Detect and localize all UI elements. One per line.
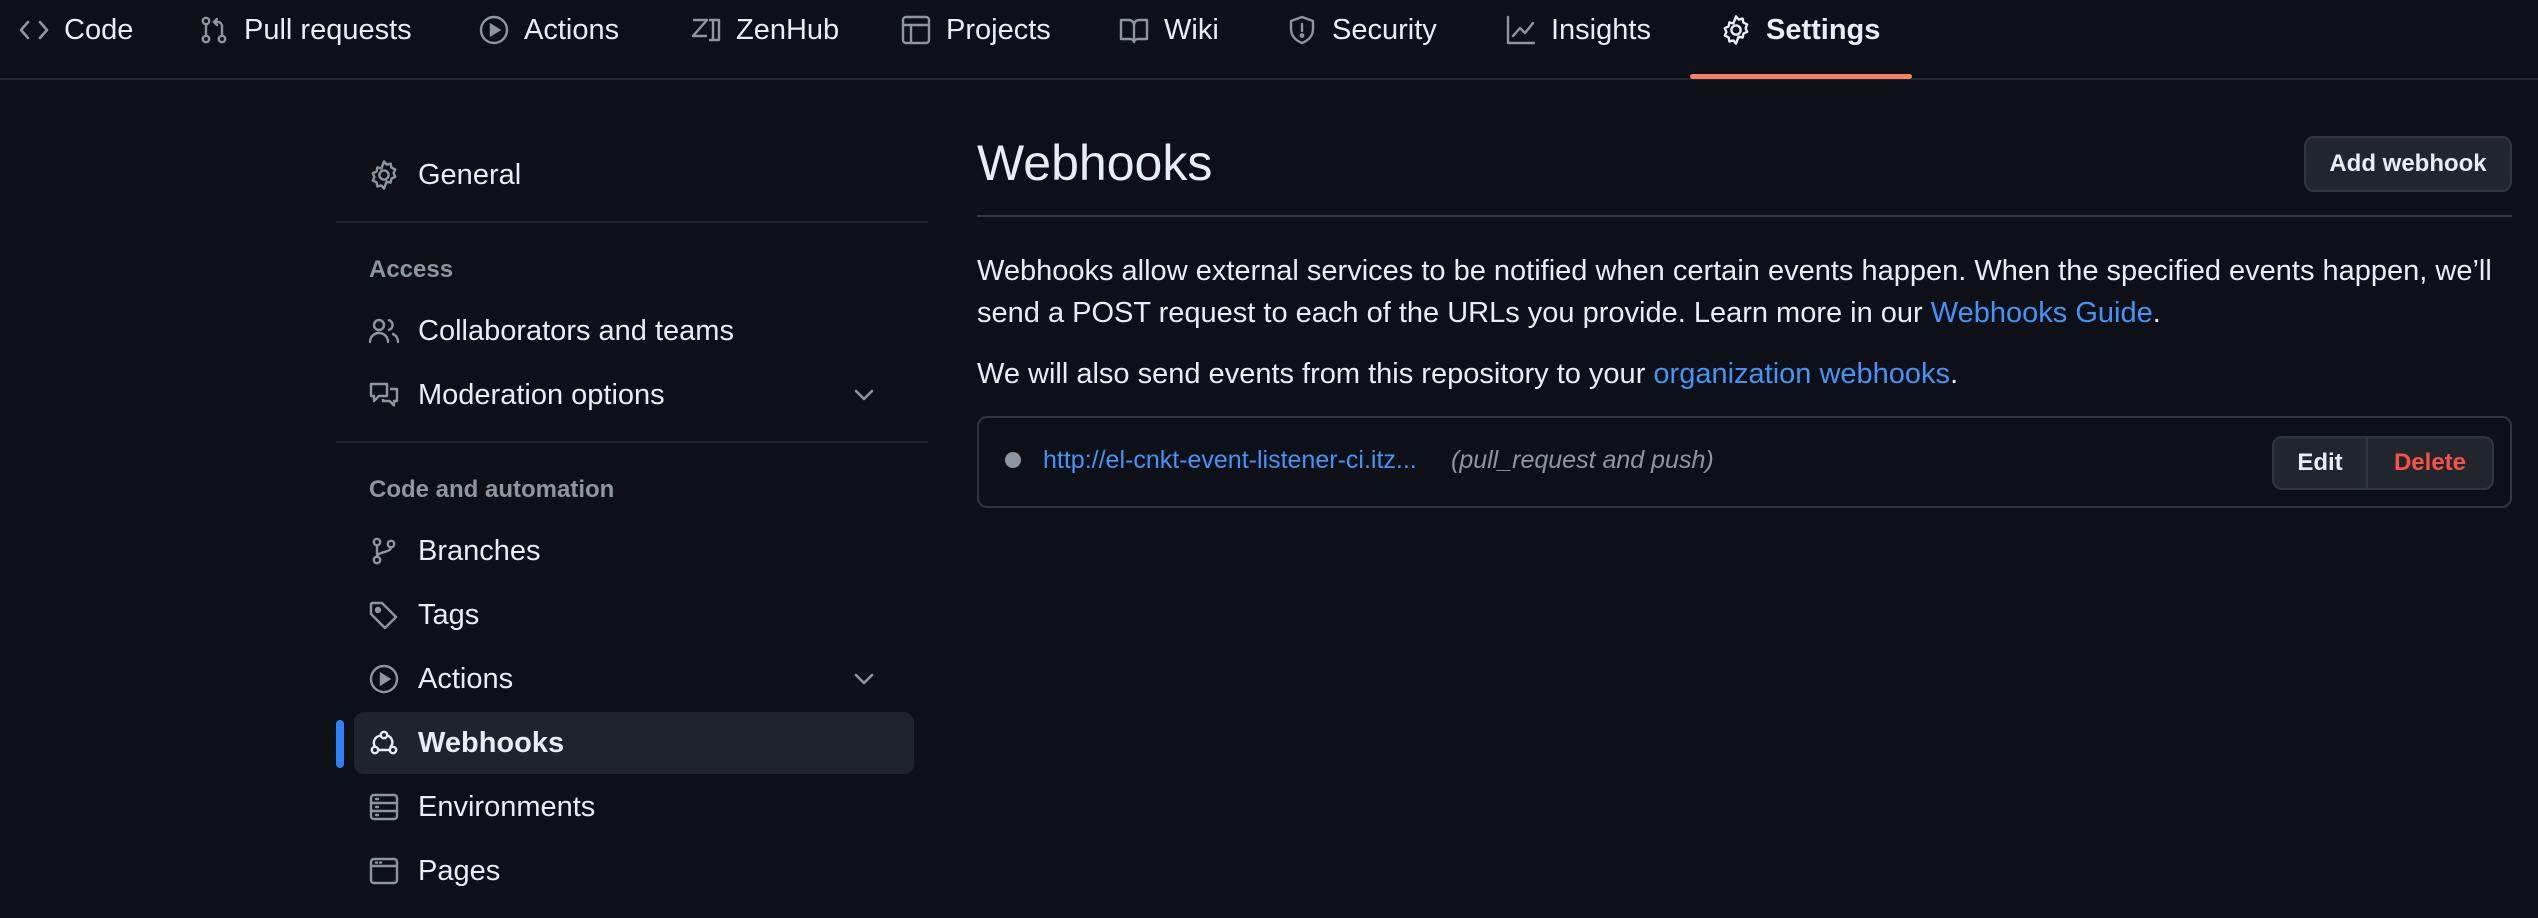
sidebar-item-tags[interactable]: Tags — [354, 584, 914, 646]
repo-nav: Code Pull requests Actions ZenHub Projec… — [0, 0, 2538, 80]
webhook-status-dot — [1005, 452, 1021, 468]
play-icon — [479, 15, 509, 45]
gear-icon — [371, 160, 397, 190]
chevron-down-icon[interactable] — [848, 379, 880, 411]
server-icon — [369, 793, 399, 821]
tab-settings[interactable]: Settings — [1720, 0, 1880, 80]
organization-webhooks-link[interactable]: organization webhooks — [1653, 358, 1950, 390]
tab-label: Actions — [524, 14, 620, 46]
tab-label: Wiki — [1164, 14, 1219, 46]
gear-icon — [1723, 15, 1749, 45]
tab-pull-requests[interactable]: Pull requests — [198, 0, 412, 80]
sidebar-divider — [336, 441, 928, 443]
description-text: Webhooks allow external services to be n… — [977, 255, 2492, 329]
chevron-down-icon[interactable] — [848, 663, 880, 695]
sidebar-item-label: Collaborators and teams — [418, 314, 734, 347]
sidebar-item-general[interactable]: General — [354, 144, 914, 206]
tab-security[interactable]: Security — [1286, 0, 1437, 80]
code-icon — [19, 20, 49, 40]
sidebar-item-actions[interactable]: Actions — [354, 648, 914, 710]
tab-label: Projects — [946, 14, 1051, 46]
people-icon — [368, 318, 400, 344]
add-webhook-button[interactable]: Add webhook — [2304, 136, 2512, 192]
comment-discussion-icon — [369, 382, 399, 407]
tab-label: Insights — [1551, 14, 1651, 46]
sidebar-divider — [336, 221, 928, 223]
tab-label: Settings — [1766, 14, 1881, 46]
git-branch-icon — [372, 537, 396, 565]
tab-code[interactable]: Code — [18, 0, 133, 80]
graph-icon — [1506, 15, 1536, 45]
tag-icon — [369, 601, 398, 630]
sidebar-item-label: Actions — [418, 662, 514, 695]
browser-icon — [369, 857, 399, 885]
sidebar-item-pages[interactable]: Pages — [354, 840, 914, 902]
webhook-url-link[interactable]: http://el-cnkt-event-listener-ci.itz... — [1043, 446, 1417, 475]
tab-label: Pull requests — [244, 14, 412, 46]
webhook-events: (pull_request and push) — [1451, 446, 1714, 474]
sidebar-heading-access: Access — [369, 256, 454, 283]
page-title: Webhooks — [977, 135, 1213, 191]
zenhub-icon — [691, 18, 721, 42]
sidebar-item-label: Environments — [418, 790, 596, 823]
sidebar-item-label: Tags — [418, 598, 480, 631]
sidebar-item-collaborators[interactable]: Collaborators and teams — [354, 300, 914, 362]
sidebar-item-branches[interactable]: Branches — [354, 520, 914, 582]
tab-label: Security — [1332, 14, 1437, 46]
sidebar-heading-code-automation: Code and automation — [369, 476, 615, 503]
sidebar-item-webhooks[interactable]: Webhooks — [354, 712, 914, 774]
tab-insights[interactable]: Insights — [1505, 0, 1651, 80]
webhook-list: http://el-cnkt-event-listener-ci.itz... … — [977, 416, 2512, 508]
book-icon — [1119, 18, 1149, 44]
delete-webhook-button[interactable]: Delete — [2368, 438, 2492, 488]
title-divider — [977, 215, 2512, 217]
sidebar-item-label: Branches — [418, 534, 541, 567]
sidebar-item-label: Pages — [418, 854, 501, 887]
org-webhooks-note: We will also send events from this repos… — [977, 353, 2512, 395]
selected-item-indicator — [336, 720, 344, 768]
table-icon — [901, 15, 931, 45]
tab-actions[interactable]: Actions — [478, 0, 619, 80]
sidebar-item-environments[interactable]: Environments — [354, 776, 914, 838]
webhook-icon — [370, 730, 398, 755]
tab-projects[interactable]: Projects — [900, 0, 1051, 80]
tab-wiki[interactable]: Wiki — [1118, 0, 1219, 80]
org-note-text: We will also send events from this repos… — [977, 358, 1654, 390]
shield-icon — [1289, 15, 1315, 45]
tab-label: ZenHub — [736, 14, 840, 46]
tab-label: Code — [64, 14, 134, 46]
sidebar-item-moderation-options[interactable]: Moderation options — [354, 364, 914, 426]
sidebar-item-label: General — [418, 158, 522, 191]
play-icon — [369, 664, 399, 694]
git-pull-request-icon — [201, 16, 227, 44]
webhooks-guide-link[interactable]: Webhooks Guide — [1931, 297, 2153, 329]
tab-zenhub[interactable]: ZenHub — [690, 0, 839, 80]
sidebar-item-label: Webhooks — [418, 726, 565, 759]
webhook-actions: Edit Delete — [2272, 436, 2494, 490]
sidebar-item-label: Moderation options — [418, 378, 665, 411]
webhooks-description: Webhooks allow external services to be n… — [977, 250, 2512, 334]
edit-webhook-button[interactable]: Edit — [2274, 438, 2368, 488]
org-note-suffix: . — [1950, 358, 1959, 390]
active-tab-indicator — [1690, 74, 1912, 79]
description-suffix: . — [2152, 297, 2161, 329]
